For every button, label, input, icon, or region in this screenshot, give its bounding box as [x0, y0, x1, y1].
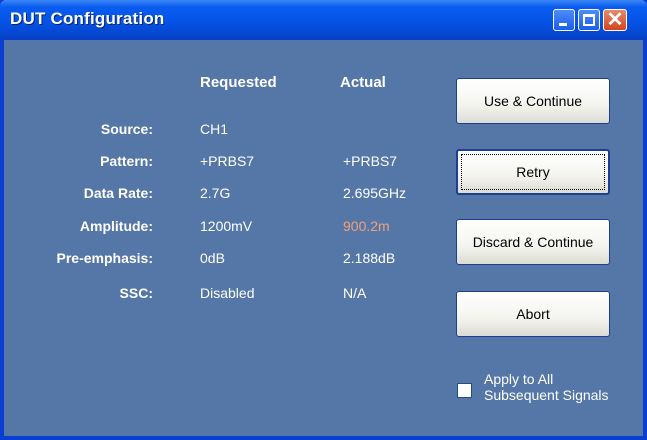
- data-rate-label: Data Rate:: [83, 185, 153, 201]
- maximize-icon: [583, 14, 595, 26]
- use-continue-button[interactable]: Use & Continue: [456, 78, 610, 124]
- close-icon: ✕: [606, 9, 624, 31]
- apply-to-all-checkbox[interactable]: [457, 383, 472, 398]
- ssc-label: SSC:: [119, 285, 153, 301]
- source-label: Source:: [100, 121, 153, 137]
- amplitude-requested: 1200mV: [200, 218, 253, 234]
- pattern-actual: +PRBS7: [343, 153, 398, 169]
- pattern-label: Pattern:: [100, 153, 153, 169]
- apply-to-all-line2: Subsequent Signals: [484, 387, 609, 403]
- data-rate-requested: 2.7G: [200, 185, 231, 201]
- retry-button[interactable]: Retry: [456, 149, 610, 195]
- amplitude-label: Amplitude:: [79, 218, 153, 234]
- minimize-icon: [559, 23, 567, 26]
- close-button[interactable]: ✕: [603, 9, 627, 31]
- ssc-requested: Disabled: [200, 285, 255, 301]
- apply-to-all-line1: Apply to All: [484, 371, 554, 387]
- pre-emphasis-label: Pre-emphasis:: [56, 250, 153, 266]
- amplitude-actual: 900.2m: [343, 218, 390, 234]
- maximize-button[interactable]: [578, 9, 600, 31]
- dut-configuration-dialog: DUT Configuration ✕ Requested Actual Sou…: [0, 0, 647, 440]
- minimize-button[interactable]: [553, 9, 575, 31]
- title-bar[interactable]: DUT Configuration ✕: [0, 0, 647, 40]
- pre-emphasis-requested: 0dB: [200, 250, 225, 266]
- discard-continue-button[interactable]: Discard & Continue: [456, 219, 610, 265]
- pattern-requested: +PRBS7: [200, 153, 255, 169]
- requested-header: Requested: [200, 74, 277, 91]
- data-rate-actual: 2.695GHz: [343, 185, 407, 201]
- pre-emphasis-actual: 2.188dB: [343, 250, 396, 266]
- dialog-body: Requested Actual Source: Pattern: Data R…: [4, 40, 643, 436]
- abort-button[interactable]: Abort: [456, 291, 610, 337]
- actual-header: Actual: [340, 74, 386, 91]
- apply-to-all-label[interactable]: Apply to All Subsequent Signals: [484, 371, 609, 403]
- ssc-actual: N/A: [343, 285, 367, 301]
- source-requested: CH1: [200, 121, 229, 137]
- window-title: DUT Configuration: [10, 9, 165, 28]
